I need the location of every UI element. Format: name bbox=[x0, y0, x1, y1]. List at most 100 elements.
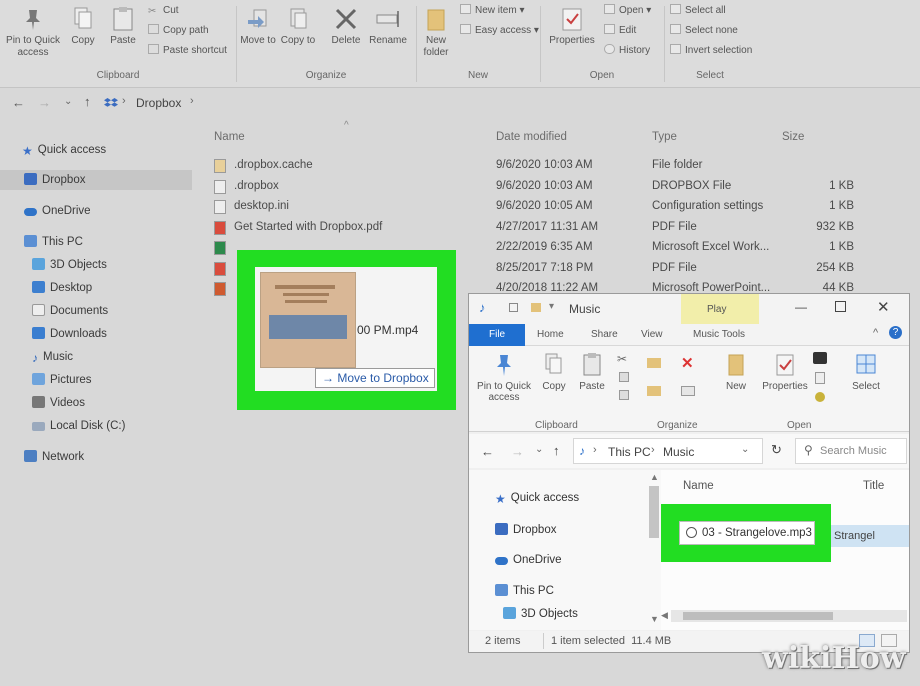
tab-view[interactable]: View bbox=[641, 329, 663, 340]
help-icon[interactable]: ? bbox=[889, 326, 902, 339]
checkbox-icon[interactable] bbox=[509, 303, 518, 312]
delete-icon[interactable]: ✕ bbox=[681, 354, 694, 372]
back-arrow-icon[interactable]: ← bbox=[12, 95, 25, 110]
move-to-button[interactable]: Move to bbox=[240, 0, 276, 47]
breadcrumb-this-pc[interactable]: This PC bbox=[608, 445, 651, 459]
copy-path-icon[interactable] bbox=[619, 372, 629, 382]
nav-this-pc[interactable]: This PC bbox=[24, 232, 83, 252]
scroll-up-icon[interactable]: ▲ bbox=[650, 472, 659, 482]
music-column-name[interactable]: Name bbox=[683, 480, 714, 492]
nav-dropbox[interactable]: Dropbox bbox=[0, 170, 192, 190]
play-context-tab[interactable]: Play bbox=[707, 304, 726, 315]
file-row[interactable]: Get Started with Dropbox.pdf 4/27/2017 11… bbox=[212, 218, 862, 238]
back-arrow-icon[interactable]: ← bbox=[481, 444, 494, 459]
breadcrumb-music[interactable]: Music bbox=[663, 445, 694, 459]
nav-pictures[interactable]: Pictures bbox=[32, 370, 92, 390]
edit-icon[interactable] bbox=[815, 372, 825, 384]
music-nav-this-pc[interactable]: This PC bbox=[495, 584, 554, 597]
recent-locations-chevron-icon[interactable]: ⌄ bbox=[64, 96, 72, 107]
move-to-icon[interactable] bbox=[647, 358, 661, 368]
music-copy-button[interactable]: Copy bbox=[539, 352, 569, 392]
column-header-date[interactable]: Date modified bbox=[496, 131, 567, 143]
history-icon[interactable] bbox=[815, 392, 825, 402]
music-nav-3d-objects[interactable]: 3D Objects bbox=[503, 607, 578, 620]
paste-button[interactable]: Paste bbox=[106, 0, 140, 47]
close-icon[interactable]: ✕ bbox=[877, 298, 890, 316]
scroll-down-icon[interactable]: ▼ bbox=[650, 614, 659, 624]
nav-local-disk[interactable]: Local Disk (C:) bbox=[32, 416, 125, 436]
refresh-icon[interactable]: ↻ bbox=[771, 442, 782, 458]
computer-icon bbox=[24, 235, 37, 247]
nav-downloads[interactable]: Downloads bbox=[32, 324, 107, 344]
cut-icon[interactable]: ✂ bbox=[617, 352, 627, 366]
music-nav-onedrive[interactable]: OneDrive bbox=[495, 554, 562, 566]
copy-to-button[interactable]: Copy to bbox=[280, 0, 316, 47]
copy-to-icon[interactable] bbox=[647, 386, 661, 396]
nav-onedrive[interactable]: OneDrive bbox=[24, 201, 91, 221]
nav-desktop[interactable]: Desktop bbox=[32, 278, 92, 298]
music-properties-button[interactable]: Properties bbox=[759, 352, 811, 392]
new-item-button[interactable]: New item ▾ bbox=[460, 4, 525, 18]
copy-path-button[interactable]: Copy path bbox=[148, 24, 209, 38]
nav-3d-objects[interactable]: 3D Objects bbox=[32, 255, 107, 275]
music-pin-button[interactable]: Pin to Quick access bbox=[475, 352, 533, 403]
properties-button[interactable]: Properties bbox=[546, 0, 598, 47]
scroll-left-icon[interactable]: ◀ bbox=[661, 610, 668, 621]
forward-arrow-icon[interactable]: → bbox=[511, 444, 524, 459]
open-icon[interactable] bbox=[813, 352, 827, 364]
search-music-input[interactable]: ⚲ Search Music bbox=[795, 438, 907, 464]
column-header-type[interactable]: Type bbox=[652, 131, 677, 143]
copy-button[interactable]: Copy bbox=[66, 0, 100, 47]
music-nav-quick-access[interactable]: ★ Quick access bbox=[495, 492, 579, 506]
rename-icon[interactable] bbox=[681, 386, 695, 396]
music-nav-dropbox[interactable]: Dropbox bbox=[495, 523, 556, 536]
nav-network[interactable]: Network bbox=[24, 447, 84, 467]
nav-music[interactable]: ♪ Music bbox=[32, 347, 73, 367]
collapse-ribbon-chevron-icon[interactable]: ^ bbox=[873, 327, 878, 339]
music-select-button[interactable]: Select bbox=[849, 352, 883, 392]
paste-shortcut-button[interactable]: Paste shortcut bbox=[148, 44, 227, 58]
column-header-name[interactable]: Name bbox=[214, 131, 245, 143]
path-dropdown-chevron-icon[interactable]: ⌄ bbox=[741, 444, 749, 455]
music-paste-button[interactable]: Paste bbox=[577, 352, 607, 392]
nav-documents[interactable]: Documents bbox=[32, 301, 108, 321]
breadcrumb-dropbox[interactable]: Dropbox bbox=[136, 96, 181, 110]
recent-locations-chevron-icon[interactable]: ⌄ bbox=[535, 444, 543, 455]
delete-button[interactable]: Delete bbox=[326, 0, 366, 47]
song-selected-row-title[interactable]: Strangel bbox=[831, 525, 909, 547]
tab-share[interactable]: Share bbox=[591, 329, 618, 340]
file-row[interactable]: .dropbox 9/6/2020 10:03 AM DROPBOX File 1 K… bbox=[212, 177, 862, 197]
select-none-button[interactable]: Select none bbox=[670, 24, 738, 38]
music-column-title[interactable]: Title bbox=[863, 480, 884, 492]
paste-shortcut-icon[interactable] bbox=[619, 390, 629, 400]
file-row[interactable]: .dropbox.cache 9/6/2020 10:03 AM File fold… bbox=[212, 156, 862, 176]
music-new-button[interactable]: New bbox=[721, 352, 751, 392]
column-header-size[interactable]: Size bbox=[782, 131, 804, 143]
invert-selection-button[interactable]: Invert selection bbox=[670, 44, 752, 58]
pin-to-quick-access-button[interactable]: Pin to Quick access bbox=[4, 0, 62, 59]
file-row[interactable]: desktop.ini 9/6/2020 10:05 AM Configuratio… bbox=[212, 197, 862, 217]
horizontal-scrollbar-thumb[interactable] bbox=[683, 612, 833, 620]
tab-music-tools[interactable]: Music Tools bbox=[693, 329, 745, 340]
forward-arrow-icon[interactable]: → bbox=[38, 95, 51, 110]
history-button[interactable]: History bbox=[604, 44, 650, 58]
copy-path-icon bbox=[148, 24, 159, 34]
cut-button[interactable]: ✂ Cut bbox=[148, 4, 179, 18]
nav-videos[interactable]: Videos bbox=[32, 393, 85, 413]
song-file[interactable]: 03 - Strangelove.mp3 bbox=[679, 521, 815, 545]
minimize-icon[interactable]: — bbox=[795, 300, 807, 314]
edit-button[interactable]: Edit bbox=[604, 24, 636, 38]
nav-quick-access[interactable]: ★ Quick access bbox=[22, 140, 106, 160]
horizontal-scrollbar[interactable] bbox=[671, 610, 907, 622]
select-all-button[interactable]: Select all bbox=[670, 4, 726, 18]
rename-button[interactable]: Rename bbox=[366, 0, 410, 47]
easy-access-button[interactable]: Easy access ▾ bbox=[460, 24, 539, 38]
maximize-icon[interactable] bbox=[835, 301, 846, 312]
new-folder-button[interactable]: New folder bbox=[418, 0, 454, 59]
up-arrow-icon[interactable]: ↑ bbox=[84, 94, 91, 109]
tab-home[interactable]: Home bbox=[537, 329, 564, 340]
quick-access-toolbar-chevron-icon[interactable]: ▾ bbox=[549, 301, 554, 312]
open-button[interactable]: Open ▾ bbox=[604, 4, 651, 18]
up-arrow-icon[interactable]: ↑ bbox=[553, 443, 560, 458]
nav-scrollbar-thumb[interactable] bbox=[649, 486, 659, 538]
